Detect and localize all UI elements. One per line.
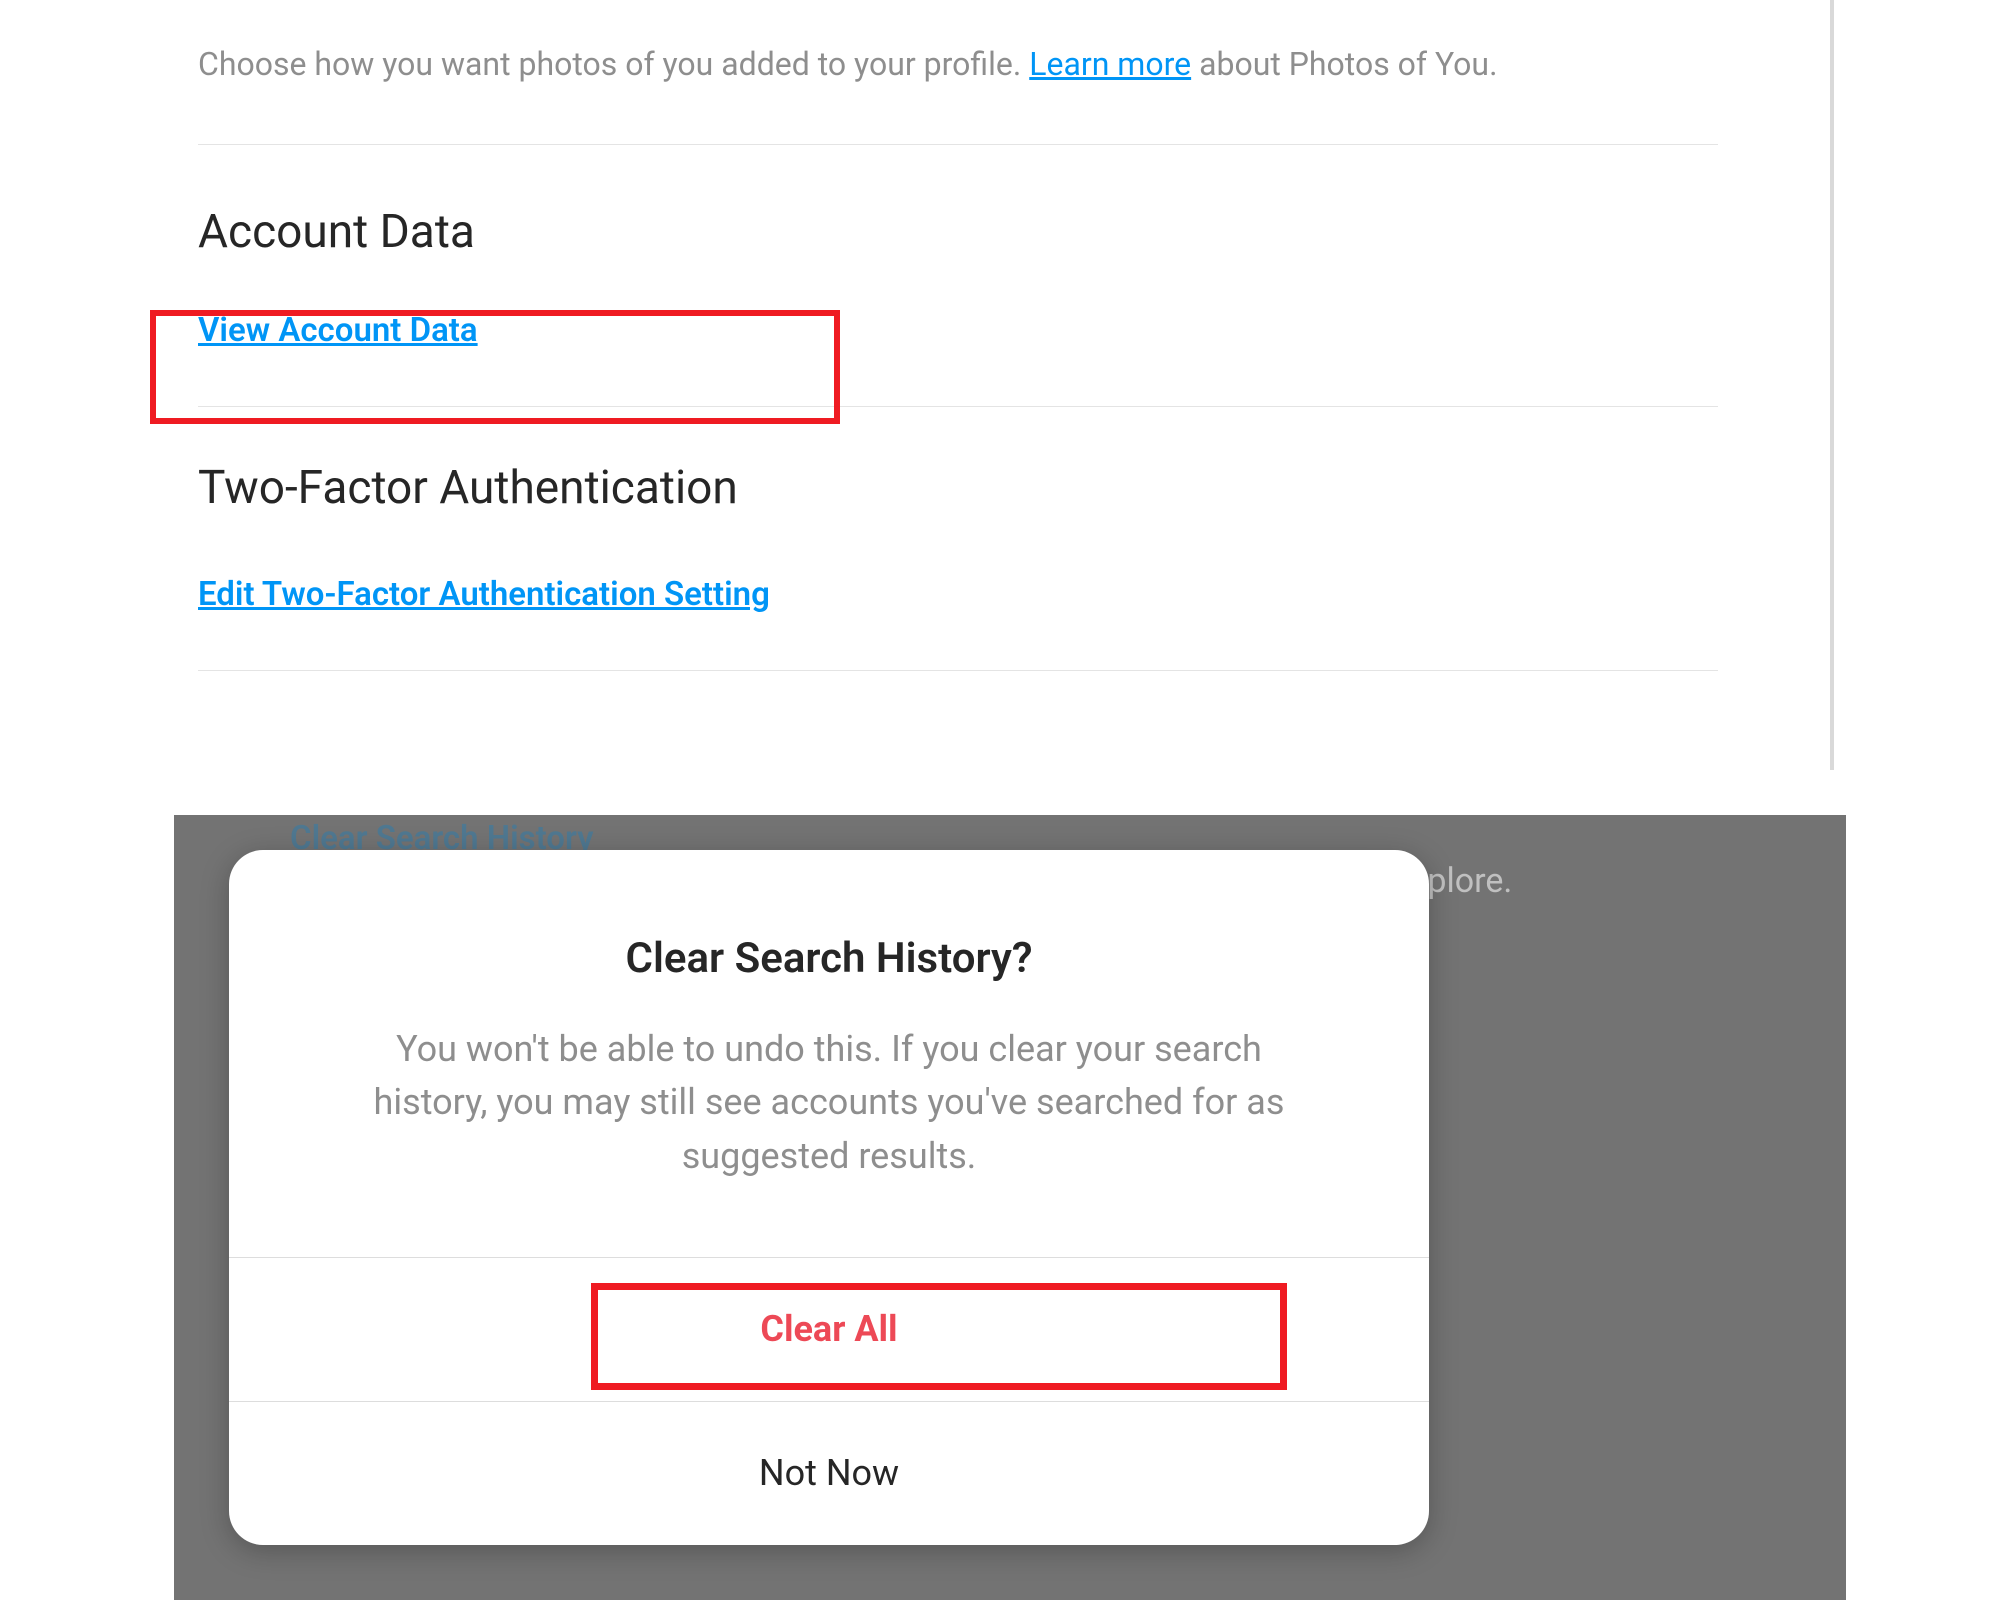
modal-backdrop: Clear Search History n Explore. Clear Se… <box>104 815 1846 1600</box>
learn-more-link[interactable]: Learn more <box>1029 45 1191 83</box>
edit-two-factor-link[interactable]: Edit Two-Factor Authentication Setting <box>198 575 1718 614</box>
clear-search-history-dialog: Clear Search History? You won't be able … <box>229 850 1429 1545</box>
clear-all-button[interactable]: Clear All <box>229 1257 1429 1401</box>
dialog-body: Clear Search History? You won't be able … <box>229 850 1429 1257</box>
divider <box>198 670 1718 671</box>
divider <box>198 406 1718 407</box>
scrollbar-track <box>1830 0 1834 770</box>
account-data-heading: Account Data <box>198 205 1718 259</box>
photos-desc-before: Choose how you want photos of you added … <box>198 45 1029 83</box>
view-account-data-link[interactable]: View Account Data <box>198 311 1718 350</box>
photos-desc-after: about Photos of You. <box>1191 45 1497 83</box>
settings-panel: Choose how you want photos of you added … <box>198 40 1718 671</box>
divider <box>198 144 1718 145</box>
not-now-button[interactable]: Not Now <box>229 1401 1429 1545</box>
photos-of-you-description: Choose how you want photos of you added … <box>198 40 1718 88</box>
dialog-description: You won't be able to undo this. If you c… <box>369 1023 1289 1183</box>
two-factor-heading: Two-Factor Authentication <box>198 461 1718 515</box>
dialog-title: Clear Search History? <box>289 934 1369 983</box>
page-edge <box>104 815 174 1600</box>
